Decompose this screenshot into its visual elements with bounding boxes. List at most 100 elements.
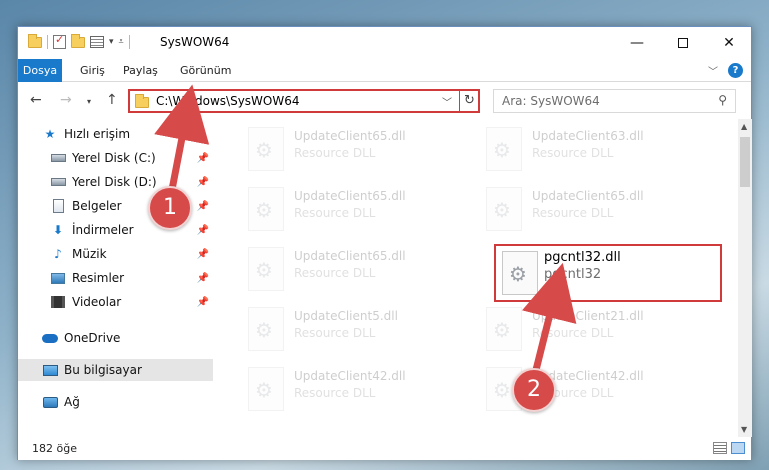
close-button[interactable]: ✕ <box>706 27 752 59</box>
ribbon-tabs: Dosya Giriş Paylaş Görünüm ﹀ ? <box>18 59 751 82</box>
videos-icon <box>50 295 66 309</box>
tab-share[interactable]: Paylaş <box>123 59 158 82</box>
forward-button[interactable]: → <box>60 92 72 108</box>
file-name: UpdateClient65.dll <box>532 189 644 203</box>
help-icon[interactable]: ? <box>728 63 743 78</box>
sidebar-item-music[interactable]: ♪ Müzik 📌 <box>18 243 213 265</box>
pin-icon[interactable]: 📌 <box>197 201 209 212</box>
sidebar-item-label: Hızlı erişim <box>64 127 131 141</box>
explorer-window: ▾ ⩡ SysWOW64 — ✕ Dosya Giriş Paylaş Görü… <box>17 26 752 460</box>
address-dropdown-icon[interactable]: ﹀ <box>442 94 452 109</box>
file-type: Resource DLL <box>532 206 614 220</box>
file-item[interactable]: UpdateClient5.dll Resource DLL <box>238 301 468 357</box>
sidebar-item-label: Bu bilgisayar <box>64 363 142 377</box>
step-1-badge: 1 <box>148 186 192 230</box>
details-view-icon[interactable] <box>713 442 727 454</box>
chevron-down-icon[interactable]: ▾ <box>109 37 114 47</box>
sidebar-item-label: Videolar <box>72 295 122 309</box>
file-item[interactable]: UpdateClient65.dll Resource DLL <box>238 241 468 297</box>
navigation-pane: ★ Hızlı erişim Yerel Disk (C:) 📌 Yerel D… <box>18 119 213 437</box>
download-icon: ⬇ <box>52 223 64 237</box>
pin-icon[interactable]: 📌 <box>197 177 209 188</box>
toolbar-divider <box>128 35 130 49</box>
file-item[interactable]: UpdateClient65.dll Resource DLL <box>476 181 706 237</box>
view-options-icon[interactable] <box>90 36 104 48</box>
file-type: Resource DLL <box>294 206 376 220</box>
window-title: SysWOW64 <box>160 35 230 49</box>
scroll-down-icon[interactable]: ▼ <box>741 425 747 434</box>
file-list: UpdateClient65.dll Resource DLL UpdateCl… <box>214 119 738 437</box>
address-bar[interactable]: C:\Windows\SysWOW64 ﹀ ↻ <box>128 89 480 113</box>
file-item[interactable]: UpdateClient65.dll Resource DLL <box>238 181 468 237</box>
file-item[interactable]: UpdateClient65.dll Resource DLL <box>238 121 468 177</box>
sidebar-item-pictures[interactable]: Resimler 📌 <box>18 267 213 289</box>
new-folder-icon[interactable] <box>71 33 85 48</box>
search-placeholder[interactable]: Ara: SysWOW64 <box>502 94 600 108</box>
file-item[interactable]: UpdateClient21.dll Resource DLL <box>476 301 706 357</box>
pin-icon[interactable]: 📌 <box>197 225 209 236</box>
sidebar-item-network[interactable]: Ağ <box>18 391 213 413</box>
file-item[interactable]: UpdateClient63.dll Resource DLL <box>476 121 706 177</box>
scroll-up-icon[interactable]: ▲ <box>741 122 747 131</box>
file-type: Resource DLL <box>532 146 614 160</box>
dll-file-icon <box>486 307 522 351</box>
file-item-pgcntl32[interactable]: pgcntl32.dll pgcntl32 <box>494 244 722 302</box>
file-type: Resource DLL <box>294 326 376 340</box>
vertical-scrollbar[interactable]: ▲ ▼ <box>738 119 752 437</box>
maximize-button[interactable] <box>660 27 706 59</box>
pin-icon[interactable]: 📌 <box>197 273 209 284</box>
file-name: UpdateClient65.dll <box>294 129 406 143</box>
address-path[interactable]: C:\Windows\SysWOW64 <box>156 94 300 108</box>
tab-home[interactable]: Giriş <box>80 59 105 82</box>
toolbar-divider <box>47 35 48 49</box>
drive-icon <box>50 175 66 189</box>
file-name: UpdateClient63.dll <box>532 129 644 143</box>
file-type: Resource DLL <box>294 266 376 280</box>
pin-icon[interactable]: 📌 <box>197 153 209 164</box>
file-name: UpdateClient21.dll <box>532 309 644 323</box>
dll-file-icon <box>486 127 522 171</box>
back-button[interactable]: ← <box>30 92 42 108</box>
customize-toolbar-icon[interactable]: ⩡ <box>119 37 124 47</box>
minimize-button[interactable]: — <box>614 27 660 59</box>
file-item[interactable]: UpdateClient42.dll Resource DLL <box>476 361 706 417</box>
properties-icon[interactable] <box>53 33 66 49</box>
item-count: 182 öğe <box>32 442 77 455</box>
recent-locations-button[interactable]: ▾ <box>87 97 91 106</box>
title-bar: ▾ ⩡ SysWOW64 — ✕ <box>18 27 751 59</box>
dll-file-icon <box>486 187 522 231</box>
large-icons-view-icon[interactable] <box>731 442 745 454</box>
sidebar-item-quick-access[interactable]: ★ Hızlı erişim <box>18 123 213 145</box>
file-item[interactable]: UpdateClient42.dll Resource DLL <box>238 361 468 417</box>
file-type: pgcntl32 <box>544 267 602 282</box>
sidebar-item-label: Ağ <box>64 395 80 409</box>
file-type: Resource DLL <box>532 326 614 340</box>
sidebar-item-onedrive[interactable]: OneDrive <box>18 327 213 349</box>
sidebar-item-label: Resimler <box>72 271 125 285</box>
sidebar-item-local-disk-c[interactable]: Yerel Disk (C:) 📌 <box>18 147 213 169</box>
sidebar-item-videos[interactable]: Videolar 📌 <box>18 291 213 313</box>
sidebar-item-this-pc[interactable]: Bu bilgisayar <box>18 359 213 381</box>
sidebar-item-label: Yerel Disk (C:) <box>72 151 156 165</box>
navigation-bar: ← → ▾ ↑ C:\Windows\SysWOW64 ﹀ ↻ Ara: Sys… <box>18 83 751 119</box>
quick-access-toolbar: ▾ ⩡ <box>28 33 130 49</box>
expand-ribbon-icon[interactable]: ﹀ <box>708 63 718 78</box>
refresh-icon[interactable]: ↻ <box>464 93 475 108</box>
sidebar-item-label: Müzik <box>72 247 107 261</box>
scrollbar-thumb[interactable] <box>740 137 750 187</box>
computer-icon <box>42 363 58 377</box>
up-button[interactable]: ↑ <box>106 92 118 108</box>
tab-view[interactable]: Görünüm <box>180 59 231 82</box>
folder-icon <box>135 94 149 108</box>
ribbon-right-controls: ﹀ ? <box>708 63 743 78</box>
search-box[interactable]: Ara: SysWOW64 ⚲ <box>493 89 736 113</box>
dll-file-icon <box>248 367 284 411</box>
tab-file[interactable]: Dosya <box>18 59 62 82</box>
pin-icon[interactable]: 📌 <box>197 249 209 260</box>
search-icon[interactable]: ⚲ <box>718 93 727 107</box>
drive-icon <box>50 151 66 165</box>
file-name: pgcntl32.dll <box>544 250 621 265</box>
sidebar-item-local-disk-d[interactable]: Yerel Disk (D:) 📌 <box>18 171 213 193</box>
pin-icon[interactable]: 📌 <box>197 297 209 308</box>
folder-icon <box>28 33 42 48</box>
